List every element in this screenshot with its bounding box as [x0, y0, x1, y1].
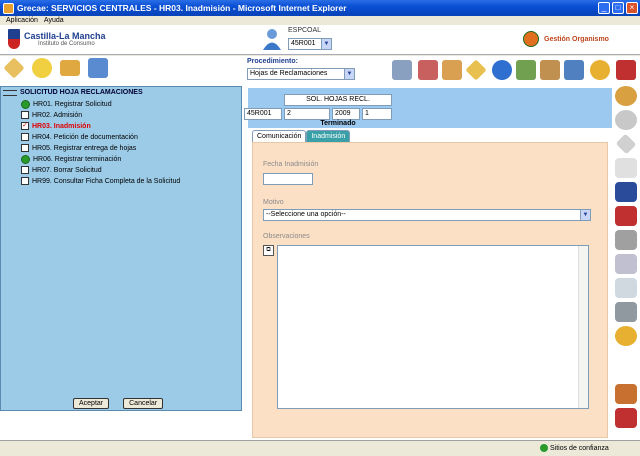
content-area: SOL. HOJAS RECL. 45R001 2 2009 1 Termina…	[244, 84, 612, 440]
record-header: SOL. HOJAS RECL. 45R001 2 2009 1 Termina…	[244, 88, 612, 128]
tree-item-hr01[interactable]: HR01. Registrar Solicitud	[21, 99, 112, 109]
toolbar: Procedimiento: Hojas de Reclamaciones ▼	[0, 56, 640, 84]
cancel-button[interactable]: Cancelar	[123, 398, 164, 409]
home-icon[interactable]	[3, 57, 25, 79]
checkbox[interactable]	[21, 133, 29, 141]
close-button[interactable]: ×	[626, 2, 638, 14]
record-field-seq: 1	[362, 108, 392, 120]
checkbox-checked[interactable]: ✓	[21, 122, 29, 130]
user-name: ESPCOAL	[288, 27, 322, 34]
done-icon	[21, 99, 30, 109]
abacus-icon[interactable]	[540, 60, 560, 80]
tab-comunicacion[interactable]: Comunicación	[252, 130, 307, 142]
gear-icon[interactable]	[590, 60, 610, 80]
tab-bar: Comunicación Inadmisión	[252, 130, 351, 142]
exit-icon[interactable]	[615, 408, 637, 428]
tools-icon[interactable]	[615, 384, 637, 404]
menu-ayuda[interactable]: Ayuda	[44, 17, 64, 24]
fecha-label: Fecha Inadmisión	[263, 161, 319, 168]
laptop-icon[interactable]	[392, 60, 412, 80]
procedure-tree: SOLICITUD HOJA RECLAMACIONES HR01. Regis…	[0, 86, 242, 411]
procedure-label: Procedimiento:	[247, 58, 298, 65]
attach-icon[interactable]	[615, 254, 637, 274]
org-logo: Castilla-La Mancha Instituto de Consumo	[8, 29, 106, 49]
chevron-down-icon: ▼	[580, 210, 590, 220]
window-title: Grecae: SERVICIOS CENTRALES - HR03. Inad…	[17, 3, 347, 13]
textarea-scrollbar[interactable]	[578, 246, 588, 408]
search-doc-icon[interactable]	[516, 60, 536, 80]
gestion-organismo-link[interactable]: Gestión Organismo	[523, 31, 609, 47]
org-name: Castilla-La Mancha	[24, 31, 106, 41]
maximize-button[interactable]: □	[612, 2, 624, 14]
tree-item-hr04[interactable]: HR04. Petición de documentación	[21, 132, 138, 142]
browser-icon[interactable]	[492, 60, 512, 80]
menu-bar: Aplicación Ayuda	[0, 16, 640, 25]
gear-icon[interactable]	[615, 326, 637, 346]
printer-icon[interactable]	[615, 302, 637, 322]
folder-icon[interactable]	[60, 60, 80, 76]
observaciones-textarea[interactable]	[277, 245, 589, 409]
record-field-office: 45R001	[244, 108, 282, 120]
tree-root-icon	[3, 89, 17, 96]
user-icon	[263, 29, 281, 50]
right-toolbar	[612, 84, 640, 440]
magnifier-icon[interactable]	[615, 86, 637, 106]
documents-icon[interactable]	[615, 158, 637, 178]
motivo-label: Motivo	[263, 199, 284, 206]
user-select[interactable]: 45R001 ▼	[288, 38, 332, 50]
tree-item-hr05[interactable]: HR05. Registrar entrega de hojas	[21, 143, 136, 153]
chevron-down-icon: ▼	[321, 39, 331, 49]
trusted-zone-icon	[540, 444, 548, 452]
box-icon[interactable]	[442, 60, 462, 80]
done-icon	[21, 154, 30, 164]
bottle-icon[interactable]	[615, 278, 637, 298]
exit-icon[interactable]	[616, 60, 636, 80]
tab-inadmision[interactable]: Inadmisión	[306, 130, 351, 142]
tree-item-hr03[interactable]: ✓ HR03. Inadmisión	[21, 121, 91, 131]
minimize-button[interactable]: _	[598, 2, 610, 14]
save-icon[interactable]	[615, 182, 637, 202]
gestion-icon	[523, 31, 539, 47]
back-icon[interactable]	[615, 110, 637, 130]
chevron-down-icon: ▼	[344, 69, 354, 79]
people-icon[interactable]	[564, 60, 584, 80]
observaciones-label: Observaciones	[263, 233, 310, 240]
org-subtitle: Instituto de Consumo	[38, 41, 95, 47]
record-status: Terminado	[320, 120, 356, 127]
print-icon[interactable]	[615, 230, 637, 250]
lightbulb-icon[interactable]	[32, 58, 52, 78]
user-box: ESPCOAL 45R001 ▼	[262, 27, 332, 51]
delete-icon[interactable]	[615, 206, 637, 226]
tree-root[interactable]: SOLICITUD HOJA RECLAMACIONES	[3, 89, 143, 96]
app-header: Castilla-La Mancha Instituto de Consumo …	[0, 25, 640, 55]
tag-icon[interactable]	[465, 59, 487, 81]
window-title-bar: Grecae: SERVICIOS CENTRALES - HR03. Inad…	[0, 0, 640, 16]
checkbox[interactable]	[21, 111, 29, 119]
books-icon[interactable]	[418, 60, 438, 80]
record-type: SOL. HOJAS RECL.	[284, 94, 392, 106]
tree-item-hr99[interactable]: HR99. Consultar Ficha Completa de la Sol…	[21, 176, 180, 186]
expand-editor-icon[interactable]: ⧉	[263, 245, 274, 256]
diamond-icon[interactable]	[615, 133, 637, 155]
tree-item-hr02[interactable]: HR02. Admisión	[21, 110, 82, 120]
tools-icon[interactable]	[88, 58, 108, 78]
ie-icon	[3, 2, 14, 14]
checkbox[interactable]	[21, 166, 29, 174]
status-zone: Sitios de confianza	[550, 445, 609, 452]
motivo-select[interactable]: --Seleccione una opción-- ▼	[263, 209, 591, 221]
checkbox[interactable]	[21, 177, 29, 185]
crest-icon	[8, 29, 20, 49]
checkbox[interactable]	[21, 144, 29, 152]
accept-button[interactable]: Aceptar	[73, 398, 110, 409]
record-field-year: 2009	[332, 108, 360, 120]
procedure-select[interactable]: Hojas de Reclamaciones ▼	[247, 68, 355, 80]
inadmision-form: Fecha Inadmisión Motivo --Seleccione una…	[252, 142, 608, 438]
status-bar: Sitios de confianza	[0, 440, 640, 456]
tree-item-hr07[interactable]: HR07. Borrar Solicitud	[21, 165, 102, 175]
record-field-number: 2	[284, 108, 330, 120]
menu-aplicacion[interactable]: Aplicación	[6, 17, 38, 24]
tree-item-hr06[interactable]: HR06. Registrar terminación	[21, 154, 121, 164]
fecha-input[interactable]	[263, 173, 313, 185]
